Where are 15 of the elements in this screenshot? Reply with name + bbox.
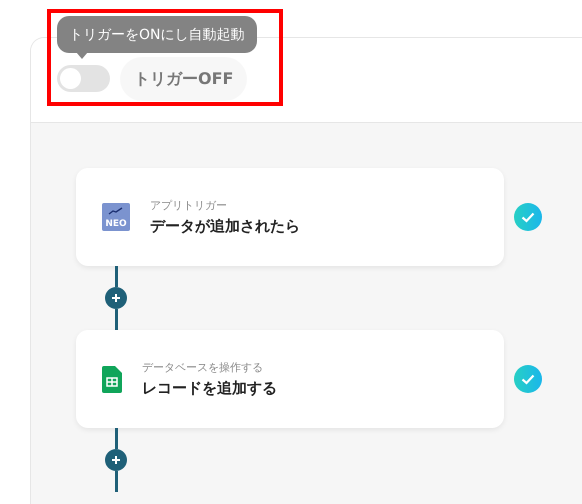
- trigger-status: トリガーOFF: [120, 57, 248, 101]
- step-category: アプリトリガー: [150, 198, 228, 213]
- add-step-button[interactable]: [105, 287, 127, 309]
- step-card[interactable]: データベースを操作する レコードを追加する: [76, 330, 504, 428]
- spreadsheet-icon: [102, 366, 122, 392]
- tooltip: トリガーをONにし自動起動: [57, 16, 256, 53]
- step-category: データベースを操作する: [142, 360, 264, 375]
- trigger-toggle[interactable]: [57, 65, 110, 92]
- plus-icon: [111, 293, 121, 303]
- plus-icon: [111, 455, 121, 465]
- app-logo-icon: NEO: [102, 203, 130, 231]
- add-step-button[interactable]: [105, 449, 127, 471]
- step-title: データが追加されたら: [150, 217, 300, 236]
- step-card[interactable]: NEO アプリトリガー データが追加されたら: [76, 168, 504, 266]
- step-title: レコードを追加する: [142, 379, 277, 398]
